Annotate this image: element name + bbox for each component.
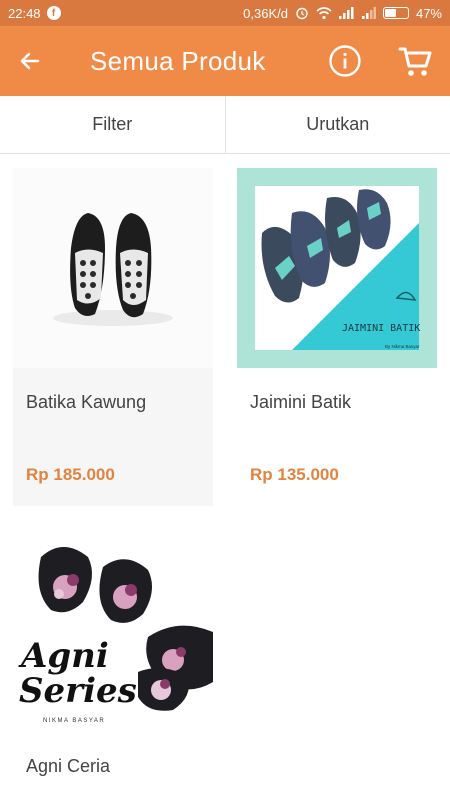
alarm-icon [296, 7, 308, 20]
facebook-notification-icon: f [46, 6, 61, 20]
product-card[interactable]: Batika Kawung Rp 185.000 [13, 168, 213, 506]
product-list-screen: 22:48 f 0,36K/d 47% Semua Produk Filter … [0, 0, 450, 800]
info-icon [329, 45, 361, 77]
battery-icon [382, 7, 409, 19]
product-name: Jaimini Batik [250, 392, 352, 412]
product-name: Agni Ceria [26, 756, 111, 776]
image-caption-series: Series [19, 671, 137, 711]
sort-button[interactable]: Urutkan [224, 96, 450, 153]
page-title: Semua Produk [90, 45, 266, 76]
status-left: 22:48 f [8, 6, 61, 21]
status-time: 22:48 [8, 5, 41, 21]
signal-2-icon [361, 7, 376, 19]
product-name: Batika Kawung [26, 392, 147, 412]
app-bar: Semua Produk [0, 26, 450, 96]
signal-icon [338, 7, 354, 19]
product-card[interactable]: Agni Series NIKMA BASYAR Agni Ceria [13, 532, 213, 800]
status-right: 0,36K/d 47% [243, 6, 442, 21]
image-caption-agni: Agni [18, 636, 109, 676]
product-card[interactable]: JAIMINI BATIK By Nikma Basyar Jaimini Ba… [237, 168, 437, 506]
product-image [13, 168, 213, 368]
wifi-icon [316, 6, 332, 19]
product-price: Rp 185.000 [26, 465, 115, 484]
cart-icon [398, 47, 432, 76]
battery-level: 47% [415, 5, 442, 21]
product-price: Rp 135.000 [250, 465, 339, 484]
product-image: JAIMINI BATIK By Nikma Basyar [237, 168, 437, 368]
cart-button[interactable] [393, 40, 437, 84]
jaimini-batik-picture: JAIMINI BATIK By Nikma Basyar [237, 168, 437, 368]
filter-sort-bar: Filter Urutkan [0, 96, 450, 154]
status-bar: 22:48 f 0,36K/d 47% [0, 0, 450, 26]
product-image: Agni Series NIKMA BASYAR [13, 532, 213, 732]
filter-button[interactable]: Filter [0, 96, 225, 153]
image-brand: NIKMA BASYAR [43, 718, 105, 724]
info-button[interactable] [325, 41, 365, 81]
image-caption: JAIMINI BATIK [342, 323, 420, 334]
back-arrow-icon [20, 52, 40, 70]
agni-series-picture: Agni Series NIKMA BASYAR [13, 532, 213, 732]
network-speed: 0,36K/d [243, 5, 288, 21]
batik-shoes-picture [13, 168, 213, 368]
image-brand: By Nikma Basyar [385, 344, 420, 349]
back-button[interactable] [0, 26, 60, 96]
